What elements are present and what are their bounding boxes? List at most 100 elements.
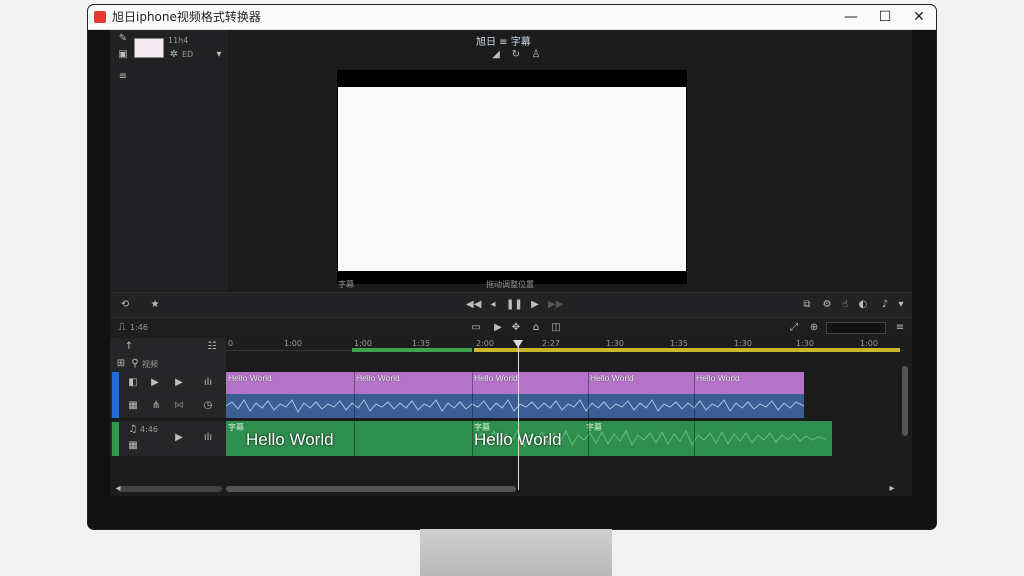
mute-icon[interactable]: ⋈ bbox=[174, 399, 184, 413]
undo-icon[interactable]: ⟲ bbox=[118, 298, 132, 312]
pause-icon[interactable]: ❚❚ bbox=[506, 298, 523, 312]
ruler-tick: 1:35 bbox=[412, 339, 430, 348]
horizontal-scrollbar[interactable] bbox=[226, 486, 516, 492]
timeline-toolbar: ⎍ 1:46 ▭ ▶ ✥ ⌂ ◫ ⤢ ⊕ ≡ bbox=[110, 318, 912, 338]
list-icon[interactable]: ☷ bbox=[206, 340, 218, 354]
marker-icon[interactable]: ◫ bbox=[550, 321, 562, 335]
split-icon[interactable]: ⧉ bbox=[800, 298, 814, 312]
crop-icon[interactable]: ◢ bbox=[490, 48, 502, 62]
music-track-label: 4:46 bbox=[140, 425, 158, 434]
vertical-scrollbar[interactable] bbox=[902, 366, 908, 436]
scroll-right-icon[interactable]: ▸ bbox=[888, 482, 896, 496]
ruler-tick: 1:00 bbox=[354, 339, 372, 348]
clock-icon[interactable]: ◷ bbox=[202, 399, 214, 413]
maximize-button[interactable]: ☐ bbox=[870, 6, 900, 28]
play-icon[interactable]: ▶ bbox=[174, 376, 184, 390]
menu-icon[interactable]: ≡ bbox=[894, 321, 906, 335]
clip-label: Hello World bbox=[474, 373, 518, 383]
minimize-button[interactable]: — bbox=[836, 6, 866, 28]
clip-divider bbox=[694, 372, 695, 456]
frame-icon[interactable]: ▭ bbox=[470, 321, 482, 335]
clip-small-label: 字幕 bbox=[228, 423, 244, 432]
grid-icon[interactable]: ⊞ bbox=[116, 357, 126, 371]
waveform-icon[interactable]: ılı bbox=[202, 431, 214, 445]
ruler-tick: 1:30 bbox=[606, 339, 624, 348]
video-preview bbox=[338, 87, 686, 271]
timeline-label: 1:46 bbox=[130, 323, 148, 332]
move-icon[interactable]: ✥ bbox=[510, 321, 522, 335]
scroll-left-icon[interactable]: ◂ bbox=[114, 482, 122, 496]
ruler-tick: 1:35 bbox=[670, 339, 688, 348]
audio-waveform-clip[interactable] bbox=[226, 394, 804, 418]
zoom-slider[interactable] bbox=[826, 322, 886, 334]
video-track-icon[interactable]: ◧ bbox=[128, 376, 138, 390]
small-toggle-button[interactable]: ED bbox=[182, 50, 193, 59]
chevron-down-icon[interactable]: ▾ bbox=[896, 298, 906, 312]
ruler-tick: 1:00 bbox=[860, 339, 878, 348]
bookmark-icon[interactable]: ★ bbox=[148, 298, 162, 312]
play-icon[interactable]: ▶ bbox=[492, 321, 504, 335]
fast-forward-icon[interactable]: ▶▶ bbox=[548, 298, 563, 312]
track-header-scrollbar[interactable] bbox=[118, 486, 222, 492]
grid-icon[interactable]: ▦ bbox=[128, 399, 138, 413]
track-header-video: ◧ ▶ ▶ ılı bbox=[110, 372, 226, 395]
settings-icon[interactable]: ⚙ bbox=[820, 298, 834, 312]
window-title: 旭日iphone视频格式转换器 bbox=[112, 10, 261, 24]
music-icon[interactable]: ♫ bbox=[128, 423, 138, 437]
grid-icon[interactable]: ▦ bbox=[128, 439, 138, 453]
play-icon[interactable]: ▶ bbox=[150, 376, 160, 390]
music-icon[interactable]: ♪ bbox=[878, 298, 892, 312]
playback-controls: ⟲ ★ ◀◀ ◂ ❚❚ ▶ ▶▶ ⧉ ⚙ ☝ ◐ ♪ ▾ bbox=[110, 292, 912, 318]
range-marker-yellow bbox=[474, 348, 900, 352]
clip-label: Hello World bbox=[590, 373, 634, 383]
clip-label: Hello World bbox=[356, 373, 400, 383]
clip-label: Hello World bbox=[228, 373, 272, 383]
ruler-tick: 0 bbox=[228, 339, 234, 348]
effects-icon[interactable]: ✲ bbox=[168, 48, 180, 62]
track-header-music: ♫ 4:46 ▦ ▶ ılı bbox=[110, 421, 226, 457]
track-header-label: 视频 bbox=[142, 360, 158, 369]
user-icon[interactable]: ♙ bbox=[530, 48, 542, 62]
play-icon[interactable]: ▶ bbox=[528, 298, 542, 312]
waveform-icon[interactable]: ⋔ bbox=[150, 399, 162, 413]
ruler-tick: 1:30 bbox=[796, 339, 814, 348]
list-icon[interactable]: ≡ bbox=[116, 70, 130, 84]
video-track-indicator bbox=[112, 372, 119, 418]
range-marker-green bbox=[352, 348, 472, 352]
audio-track-indicator bbox=[112, 422, 119, 456]
play-icon[interactable]: ▶ bbox=[174, 431, 184, 445]
rotate-icon[interactable]: ↻ bbox=[510, 48, 522, 62]
lock-icon[interactable]: ⌂ bbox=[530, 321, 542, 335]
rewind-icon[interactable]: ◀◀ bbox=[466, 298, 481, 312]
volume-icon[interactable]: ◐ bbox=[856, 298, 870, 312]
clip-divider bbox=[588, 372, 589, 456]
clip-divider bbox=[354, 372, 355, 456]
pen-icon[interactable]: ✎ bbox=[116, 32, 130, 46]
chevron-down-icon[interactable]: ▾ bbox=[214, 48, 224, 62]
thumb-icon[interactable]: ☝ bbox=[838, 298, 852, 312]
timeline-icon[interactable]: ⎍ bbox=[116, 321, 128, 335]
ruler-tick: 2:00 bbox=[476, 339, 494, 348]
position-hint: 拖动调整位置 bbox=[486, 280, 534, 289]
clip-divider bbox=[472, 372, 473, 456]
zoom-icon[interactable]: ⊕ bbox=[808, 321, 820, 335]
music-clip[interactable]: 字幕 字幕 字幕 Hello World Hello World bbox=[226, 421, 832, 456]
chart-icon[interactable]: ılı bbox=[202, 376, 214, 390]
media-thumbnail[interactable] bbox=[134, 38, 164, 58]
close-button[interactable]: ✕ bbox=[904, 6, 934, 28]
monitor-stand bbox=[420, 529, 612, 576]
media-panel: ✎ ▣ 11h4 ✲ ED ▾ ≡ bbox=[110, 30, 228, 290]
ruler-tick: 1:00 bbox=[284, 339, 302, 348]
editor-app: ✎ ▣ 11h4 ✲ ED ▾ ≡ 旭日 ≡ 字幕 ◢ ↻ ♙ 字幕 拖动调整位… bbox=[110, 30, 912, 496]
search-icon[interactable]: ⚲ bbox=[130, 357, 140, 371]
zoom-fit-icon[interactable]: ⤢ bbox=[788, 321, 800, 335]
video-clip-strip[interactable]: Hello World Hello World Hello World Hell… bbox=[226, 372, 804, 394]
track-header-ruler: ↑ ☷ bbox=[110, 338, 226, 357]
step-back-icon[interactable]: ◂ bbox=[486, 298, 500, 312]
window-titlebar: 旭日iphone视频格式转换器 — ☐ ✕ bbox=[88, 5, 936, 30]
media-icon[interactable]: ▣ bbox=[116, 48, 130, 62]
track-header-search: ⊞ ⚲ 视频 bbox=[110, 356, 226, 373]
subtitle-clip-label: Hello World bbox=[246, 430, 334, 449]
arrow-up-icon[interactable]: ↑ bbox=[124, 340, 134, 354]
playhead-line[interactable] bbox=[518, 342, 519, 490]
